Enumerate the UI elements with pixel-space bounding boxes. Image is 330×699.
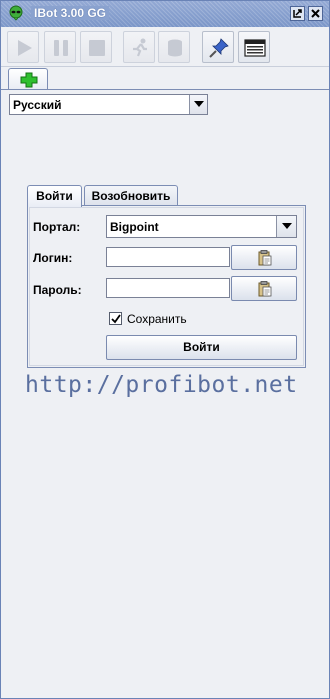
- pause-icon: [54, 40, 68, 56]
- pin-button[interactable]: [202, 31, 234, 63]
- database-icon: [168, 39, 182, 57]
- database-button[interactable]: [158, 31, 190, 63]
- close-button[interactable]: [308, 6, 323, 21]
- tab-resume-label: Возобновить: [91, 189, 171, 203]
- play-icon: [18, 40, 32, 56]
- portal-select[interactable]: Bigpoint: [106, 215, 297, 238]
- paste-login-button[interactable]: [231, 245, 297, 270]
- pin-icon: [209, 38, 229, 58]
- run-icon: [133, 38, 147, 57]
- restore-button[interactable]: [290, 6, 305, 21]
- pause-button[interactable]: [44, 31, 76, 63]
- chevron-down-icon[interactable]: [189, 95, 207, 114]
- login-button[interactable]: Войти: [106, 335, 297, 360]
- stop-button[interactable]: [80, 31, 112, 63]
- restore-icon: [293, 9, 302, 18]
- login-button-label: Войти: [183, 340, 220, 354]
- paste-password-button[interactable]: [231, 276, 297, 301]
- tab-login-label: Войти: [36, 189, 73, 203]
- login-label: Логин:: [33, 251, 73, 265]
- login-input[interactable]: [106, 247, 230, 267]
- console-window-button[interactable]: [238, 31, 270, 63]
- tab-resume[interactable]: Возобновить: [84, 185, 178, 206]
- clipboard-paste-icon: [258, 281, 272, 297]
- alien-app-icon: [8, 5, 24, 21]
- tab-add[interactable]: [8, 68, 48, 90]
- window-title: IBot 3.00 GG: [31, 6, 110, 20]
- tab-login[interactable]: Войти: [27, 185, 82, 207]
- language-select[interactable]: Русский: [9, 94, 208, 115]
- add-plus-icon: [20, 72, 38, 88]
- toolbar: [1, 28, 329, 67]
- remember-checkbox[interactable]: [109, 312, 122, 325]
- console-window-icon: [244, 39, 266, 57]
- watermark-text: http://profibot.net: [25, 372, 298, 398]
- checkmark-icon: [111, 314, 121, 324]
- password-input[interactable]: [106, 278, 230, 298]
- portal-select-value: Bigpoint: [110, 220, 159, 234]
- clipboard-paste-icon: [258, 250, 272, 266]
- tab-panel-border: [1, 89, 329, 90]
- close-icon: [311, 9, 320, 18]
- run-button[interactable]: [123, 31, 155, 63]
- remember-label[interactable]: Сохранить: [127, 312, 187, 326]
- play-button[interactable]: [7, 31, 39, 63]
- portal-label: Портал:: [33, 220, 81, 234]
- title-bar[interactable]: IBot 3.00 GG: [1, 1, 329, 27]
- language-select-value: Русский: [13, 98, 62, 112]
- password-label: Пароль:: [33, 283, 82, 297]
- stop-icon: [89, 40, 105, 56]
- main-window: IBot 3.00 GG Русский Войти Возобновить П…: [0, 0, 330, 699]
- chevron-down-icon[interactable]: [276, 216, 296, 237]
